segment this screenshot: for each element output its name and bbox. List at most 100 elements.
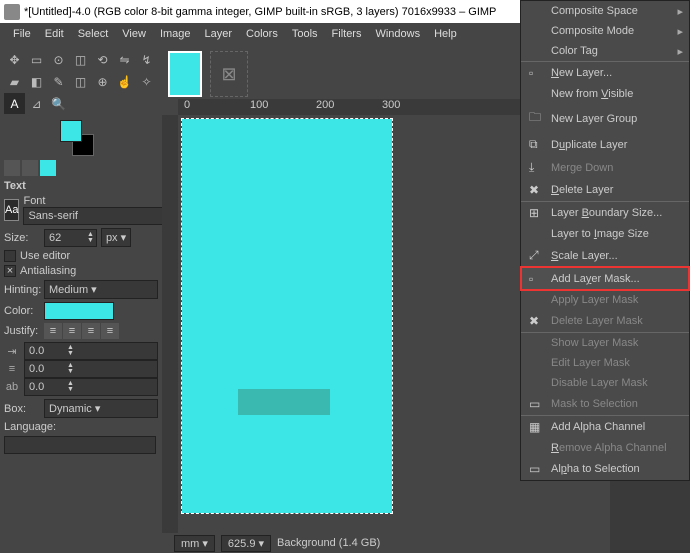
font-label: Font [23, 195, 175, 207]
selection-icon: ▭ [529, 397, 543, 411]
menu-mask-to-selection: ▭Mask to Selection [521, 393, 689, 415]
paintbrush-tool[interactable]: ✎ [48, 71, 69, 92]
menu-layer-to-image-size[interactable]: Layer to Image Size [521, 224, 689, 244]
fg-color[interactable] [60, 120, 82, 142]
text-tool[interactable]: A [4, 93, 25, 114]
hinting-label: Hinting: [4, 284, 40, 296]
justify-center-button[interactable]: ≡ [63, 323, 81, 339]
antialiasing-label: Antialiasing [20, 265, 76, 277]
tool-grid: ✥ ▭ ⊙ ◫ ⟲ ⇋ ↯ ▰ ◧ ✎ ◫ ⊕ ☝ ✧ A ⊿ 🔍 [4, 49, 158, 114]
crop-tool[interactable]: ◫ [70, 49, 91, 70]
letter-spacing-icon: ab [4, 381, 20, 393]
font-aa-icon[interactable]: Aa [4, 199, 19, 221]
menu-windows[interactable]: Windows [368, 25, 427, 43]
layer-context-menu: Composite Space▸ Composite Mode▸ Color T… [520, 0, 690, 481]
app-icon [4, 4, 20, 20]
justify-right-button[interactable]: ≡ [82, 323, 100, 339]
menu-add-layer-mask[interactable]: ▫Add Layer Mask... [521, 267, 689, 290]
scale-icon: ⤢ [529, 248, 543, 263]
measure-tool[interactable]: ⊿ [26, 93, 47, 114]
menu-new-from-visible[interactable]: New from Visible [521, 84, 689, 104]
zoom-tool[interactable]: 🔍 [48, 93, 69, 114]
use-editor-label: Use editor [20, 250, 70, 262]
clone-tool[interactable]: ⊕ [92, 71, 113, 92]
alpha-icon: ▦ [529, 420, 543, 434]
menu-new-layer-group[interactable]: 🗀New Layer Group [521, 104, 689, 133]
unit-select[interactable]: mm ▾ [174, 535, 215, 552]
menu-remove-alpha-channel: Remove Alpha Channel [521, 438, 689, 458]
window-title: *[Untitled]-4.0 (RGB color 8-bit gamma i… [24, 6, 496, 18]
size-spinner[interactable]: ▲▼ [44, 229, 97, 247]
box-select[interactable]: Dynamic ▾ [44, 399, 158, 418]
menu-composite-mode[interactable]: Composite Mode▸ [521, 21, 689, 41]
size-label: Size: [4, 232, 40, 244]
menu-file[interactable]: File [6, 25, 38, 43]
text-panel-label: Text [4, 180, 158, 192]
menu-alpha-to-selection[interactable]: ▭Alpha to Selection [521, 458, 689, 480]
font-input[interactable] [23, 207, 175, 225]
move-tool[interactable]: ✥ [4, 49, 25, 70]
gradient-tool[interactable]: ◧ [26, 71, 47, 92]
indent-spinner[interactable]: ▲▼ [24, 342, 158, 360]
color-label: Color: [4, 305, 40, 317]
menu-tools[interactable]: Tools [285, 25, 325, 43]
tool-options: Text Aa Font Size: ▲▼ px ▾ Use editor An… [4, 160, 158, 454]
mask-icon: ▫ [529, 272, 543, 286]
merge-down-icon: ⤓ [529, 160, 543, 175]
menu-duplicate-layer[interactable]: ⧉Duplicate Layer [521, 133, 689, 156]
justify-fill-button[interactable]: ≡ [101, 323, 119, 339]
hinting-select[interactable]: Medium ▾ [44, 280, 158, 299]
rect-select-tool[interactable]: ▭ [26, 49, 47, 70]
zoom-select[interactable]: 625.9 ▾ [221, 535, 271, 552]
menu-color-tag[interactable]: Color Tag▸ [521, 41, 689, 61]
menu-layer-boundary-size[interactable]: ⊞Layer Boundary Size... [521, 201, 689, 224]
color-swatch-icon[interactable] [40, 160, 56, 176]
line-spacing-icon: ≡ [4, 363, 20, 375]
text-color-well[interactable] [44, 302, 114, 320]
close-view-button[interactable]: ⊠ [210, 51, 248, 97]
indent-icon: ⇥ [4, 345, 20, 358]
warp-tool[interactable]: ↯ [136, 49, 157, 70]
selection-icon: ▭ [529, 462, 543, 476]
flip-tool[interactable]: ⇋ [114, 49, 135, 70]
menu-composite-space[interactable]: Composite Space▸ [521, 1, 689, 21]
antialiasing-checkbox[interactable] [4, 265, 16, 277]
smudge-tool[interactable]: ☝ [114, 71, 135, 92]
image-thumbnail[interactable] [168, 51, 202, 97]
free-select-tool[interactable]: ⊙ [48, 49, 69, 70]
menu-new-layer[interactable]: ▫New Layer... [521, 61, 689, 84]
new-layer-icon: ▫ [529, 66, 543, 80]
canvas[interactable] [182, 119, 392, 513]
language-input[interactable] [4, 436, 156, 454]
eraser-tool[interactable]: ◫ [70, 71, 91, 92]
size-unit-select[interactable]: px ▾ [101, 228, 131, 247]
letter-spacing-spinner[interactable]: ▲▼ [24, 378, 158, 396]
menu-layer[interactable]: Layer [198, 25, 240, 43]
menu-select[interactable]: Select [71, 25, 116, 43]
fg-bg-colors[interactable] [60, 120, 100, 156]
menu-filters[interactable]: Filters [325, 25, 369, 43]
use-editor-checkbox[interactable] [4, 250, 16, 262]
line-spacing-spinner[interactable]: ▲▼ [24, 360, 158, 378]
path-tool[interactable]: ✧ [136, 71, 157, 92]
menu-help[interactable]: Help [427, 25, 464, 43]
menu-merge-down: ⤓Merge Down [521, 156, 689, 179]
rotate-tool[interactable]: ⟲ [92, 49, 113, 70]
bucket-fill-tool[interactable]: ▰ [4, 71, 25, 92]
options-tab-icon[interactable] [4, 160, 20, 176]
justify-left-button[interactable]: ≡ [44, 323, 62, 339]
status-bar: mm ▾ 625.9 ▾ Background (1.4 GB) [162, 533, 610, 553]
devices-tab-icon[interactable] [22, 160, 38, 176]
menu-scale-layer[interactable]: ⤢Scale Layer... [521, 244, 689, 267]
toolbox: ✥ ▭ ⊙ ◫ ⟲ ⇋ ↯ ▰ ◧ ✎ ◫ ⊕ ☝ ✧ A ⊿ 🔍 [0, 45, 162, 553]
menu-delete-layer-mask: ✖Delete Layer Mask [521, 310, 689, 332]
language-label: Language: [4, 421, 56, 433]
status-layer: Background (1.4 GB) [277, 537, 380, 549]
menu-colors[interactable]: Colors [239, 25, 285, 43]
menu-add-alpha-channel[interactable]: ▦Add Alpha Channel [521, 415, 689, 438]
menu-image[interactable]: Image [153, 25, 198, 43]
menu-view[interactable]: View [115, 25, 153, 43]
menu-delete-layer[interactable]: ✖Delete Layer [521, 179, 689, 201]
menu-edit[interactable]: Edit [38, 25, 71, 43]
canvas-shape-rect [238, 389, 330, 415]
